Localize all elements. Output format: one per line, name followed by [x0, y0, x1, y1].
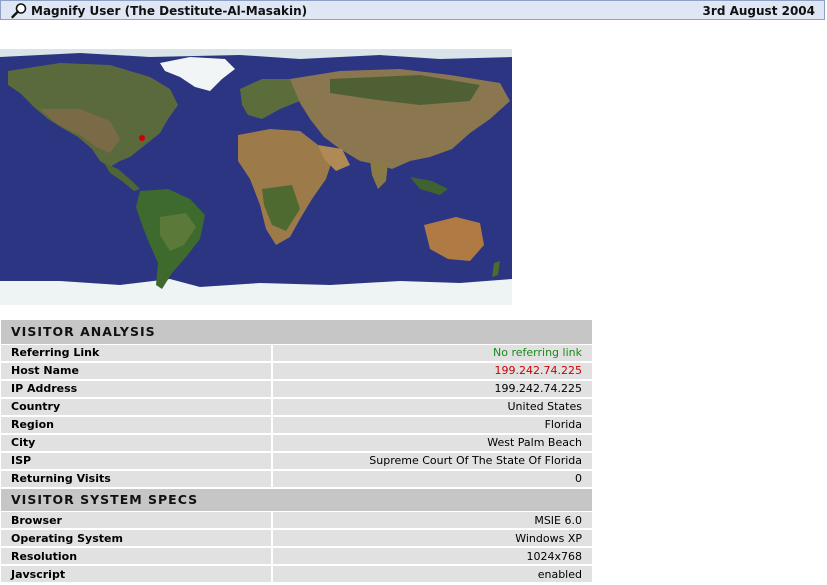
host-name-row: Host Name 199.242.74.225 [1, 361, 592, 381]
region-row: Region Florida [1, 415, 592, 435]
returning-visits-row: Returning Visits 0 [1, 469, 592, 489]
page-title: Magnify User (The Destitute-Al-Masakin) [31, 4, 308, 18]
location-marker [139, 135, 145, 141]
magnifier-icon [11, 3, 27, 19]
javascript-row: Javscript enabled [1, 565, 592, 584]
visitor-analysis-heading: VISITOR ANALYSIS [1, 320, 592, 344]
world-map-image [0, 49, 512, 305]
world-map [0, 49, 512, 305]
operating-system-row: Operating System Windows XP [1, 529, 592, 548]
resolution-row: Resolution 1024x768 [1, 547, 592, 566]
report-date: 3rd August 2004 [702, 4, 815, 18]
browser-row: Browser MSIE 6.0 [1, 511, 592, 530]
country-row: Country United States [1, 397, 592, 417]
visitor-system-specs-heading: VISITOR SYSTEM SPECS [1, 487, 592, 512]
visitor-table: VISITOR ANALYSIS Referring Link No refer… [1, 320, 592, 584]
title-bar: Magnify User (The Destitute-Al-Masakin) … [0, 0, 825, 20]
isp-row: ISP Supreme Court Of The State Of Florid… [1, 451, 592, 471]
referring-link-row: Referring Link No referring link [1, 344, 592, 363]
city-row: City West Palm Beach [1, 433, 592, 453]
ip-address-row: IP Address 199.242.74.225 [1, 379, 592, 399]
